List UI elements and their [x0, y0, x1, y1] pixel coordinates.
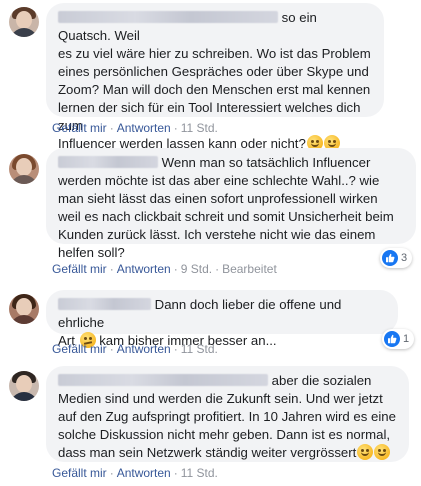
like-link[interactable]: Gefällt mir [52, 121, 107, 135]
comment-bubble: so ein Quatsch. Weil es zu viel wäre hie… [46, 3, 384, 151]
reply-link[interactable]: Antworten [117, 121, 171, 135]
smiling-face-emoji [357, 444, 374, 460]
comment-text-line: aber die sozialen [58, 372, 397, 390]
redacted-author-name[interactable] [58, 298, 151, 310]
timestamp[interactable]: 11 Std. [181, 121, 218, 135]
comment-text-line: helfen soll? [58, 245, 125, 260]
comment-text-line: man sieht lässt das einen sofort unprofe… [58, 191, 378, 206]
reply-link[interactable]: Antworten [117, 466, 171, 480]
comment-bubble: Wenn man so tatsächlich Influencer werde… [46, 148, 416, 260]
timestamp[interactable]: 11 Std. [181, 342, 218, 356]
avatar[interactable] [9, 154, 39, 184]
reaction-count-label: 3 [401, 252, 408, 264]
reaction-count[interactable]: 3 [380, 248, 413, 268]
reaction-count-label: 1 [403, 333, 410, 345]
comment-actions: Gefällt mir · Antworten · 11 Std. [52, 121, 218, 135]
like-link[interactable]: Gefällt mir [52, 262, 107, 276]
comment-text-line: Wenn man so tatsächlich Influencer [58, 154, 404, 172]
timestamp[interactable]: 11 Std. [181, 466, 218, 480]
smiling-face-emoji [374, 444, 391, 460]
comment-text-line: weil es nach clickbait schreit und somit… [58, 209, 394, 224]
comment-text-line: Zoom? Man will doch den Menschen erst ma… [58, 82, 371, 97]
comment-bubble: aber die sozialen Medien sind und werden… [46, 366, 409, 462]
avatar[interactable] [9, 294, 39, 324]
comment-bubble: Dann doch lieber die offene und ehrliche… [46, 290, 398, 348]
comment-text-line: es zu viel wäre hier zu schreiben. Wo is… [58, 46, 371, 61]
redacted-author-name[interactable] [58, 11, 278, 23]
comment-actions: Gefällt mir · Antworten · 9 Std. · Bearbeitet [52, 262, 277, 276]
comment-text-line: Kunden zurück lässt. Ich verstehe nicht … [58, 227, 376, 242]
comment-text-line: solche Diskussion nicht mehr geben. Dann… [58, 427, 391, 442]
avatar[interactable] [9, 371, 39, 401]
thumbs-up-icon [384, 331, 400, 347]
comment-text-line: Dann doch lieber die offene und ehrliche [58, 297, 342, 330]
redacted-author-name[interactable] [58, 374, 268, 386]
edited-label[interactable]: Bearbeitet [222, 262, 277, 276]
comment-text-line: Medien sind und werden die Zukunft sein.… [58, 391, 383, 406]
reply-link[interactable]: Antworten [117, 262, 171, 276]
avatar[interactable] [9, 7, 39, 37]
comment-text-line: werden möchte ist das aber eine schlecht… [58, 173, 380, 188]
comment-actions: Gefällt mir · Antworten · 11 Std. [52, 466, 218, 480]
thumbs-up-icon [382, 250, 398, 266]
reply-link[interactable]: Antworten [117, 342, 171, 356]
reaction-count[interactable]: 1 [382, 329, 415, 349]
timestamp[interactable]: 9 Std. [181, 262, 212, 276]
comment-text-line: auf den Zug aufspringt profitiert. In 10… [58, 409, 396, 424]
like-link[interactable]: Gefällt mir [52, 466, 107, 480]
redacted-author-name[interactable] [58, 156, 158, 168]
comment-text-line: eines persönlichen Gespräches oder über … [58, 64, 369, 79]
like-link[interactable]: Gefällt mir [52, 342, 107, 356]
comment-text-line: dass man sein Netzwerk ständig weiter ve… [58, 444, 397, 462]
comment-text-line: so ein Quatsch. Weil [58, 10, 317, 43]
comment-actions: Gefällt mir · Antworten · 11 Std. [52, 342, 218, 356]
